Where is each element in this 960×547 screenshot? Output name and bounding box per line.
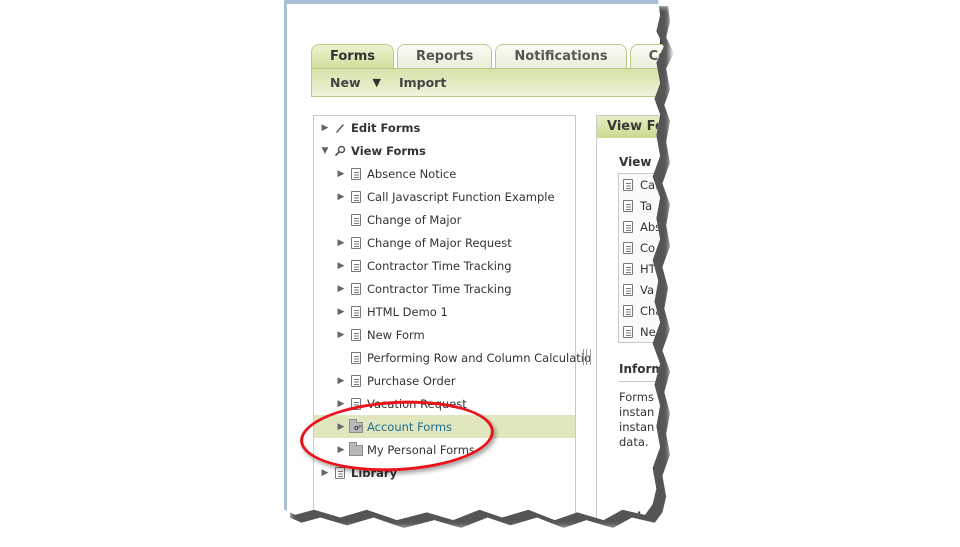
- tree-item-account-forms[interactable]: ▶ oⁿ Account Forms: [314, 415, 575, 438]
- tree-item-label: Contractor Time Tracking: [367, 281, 512, 296]
- tree-item-label: Purchase Order: [367, 373, 456, 388]
- view-forms-header: View Fo: [597, 116, 664, 138]
- tree-item-label: View Forms: [351, 143, 426, 158]
- information-text: Forms instan instan data.: [619, 390, 655, 449]
- document-icon: [349, 374, 363, 388]
- magnifier-icon: [333, 144, 347, 158]
- recent-form-label: HT: [640, 261, 656, 276]
- tree-item-form[interactable]: ▶ Purchase Order: [314, 369, 575, 392]
- document-icon: [349, 213, 363, 227]
- expand-arrow-icon[interactable]: ▶: [336, 238, 346, 248]
- new-dropdown-icon[interactable]: ▼: [373, 76, 381, 89]
- tree-item-label: Change of Major Request: [367, 235, 512, 250]
- tree-item-label: Call Javascript Function Example: [367, 189, 555, 204]
- tab-connect[interactable]: Connect: [629, 44, 664, 68]
- toolbar: New ▼ Import: [311, 68, 664, 97]
- tree-item-label: My Personal Forms: [367, 442, 475, 457]
- document-icon: [623, 199, 633, 212]
- window-content: Forms Reports Notifications Connect New …: [287, 4, 664, 520]
- splitter-handle[interactable]: [583, 349, 591, 365]
- document-icon: [349, 259, 363, 273]
- tree-item-form[interactable]: ▶ New Form: [314, 323, 575, 346]
- tab-reports[interactable]: Reports: [396, 44, 493, 68]
- recent-form-label: Ta: [640, 198, 653, 213]
- recent-form-label: Ne: [640, 324, 656, 339]
- tree-item-my-personal-forms[interactable]: ▶ My Personal Forms: [314, 438, 575, 461]
- tree-item-form[interactable]: ▶ Vacation Request: [314, 392, 575, 415]
- recent-form-label: Co: [640, 240, 656, 255]
- tree-node-view-forms[interactable]: ▼ View Forms: [314, 139, 575, 162]
- tree-item-form[interactable]: ▶ Contractor Time Tracking: [314, 277, 575, 300]
- tree-item-label: New Form: [367, 327, 425, 342]
- document-icon: [349, 305, 363, 319]
- tree-item-form[interactable]: ▶ Absence Notice: [314, 162, 575, 185]
- expand-arrow-icon[interactable]: ▶: [320, 123, 330, 133]
- document-icon: [623, 304, 633, 317]
- document-icon: [349, 351, 363, 365]
- library-icon: [333, 466, 347, 480]
- collapse-arrow-icon[interactable]: ▼: [320, 146, 330, 156]
- document-icon: [623, 325, 633, 338]
- expand-arrow-icon[interactable]: ▶: [336, 192, 346, 202]
- tab-forms[interactable]: Forms: [311, 44, 394, 69]
- document-icon: [349, 236, 363, 250]
- expand-arrow-icon[interactable]: ▶: [336, 261, 346, 271]
- document-icon: [623, 220, 633, 233]
- document-icon: [623, 241, 633, 254]
- tree-item-label: Account Forms: [367, 419, 453, 434]
- tree-item-form[interactable]: ▶ Contractor Time Tracking: [314, 254, 575, 277]
- document-icon: [349, 282, 363, 296]
- expand-arrow-icon[interactable]: ▶: [336, 376, 346, 386]
- new-button[interactable]: New: [330, 75, 361, 90]
- view-forms-subhead: View: [619, 155, 652, 169]
- expand-arrow-icon[interactable]: ▶: [336, 422, 346, 432]
- pencil-icon: [333, 121, 347, 135]
- tree-item-form[interactable]: ▶ Change of Major Request: [314, 231, 575, 254]
- tree-item-label: Vacation Request: [367, 396, 467, 411]
- document-icon: [623, 262, 633, 275]
- document-icon: [349, 190, 363, 204]
- information-divider: [619, 381, 664, 382]
- document-icon: [349, 328, 363, 342]
- tree-node-edit-forms[interactable]: ▶ Edit Forms: [314, 116, 575, 139]
- document-icon: [349, 167, 363, 181]
- document-icon: [349, 397, 363, 411]
- tree-item-label: Contractor Time Tracking: [367, 258, 512, 273]
- tree-item-label: Library: [351, 465, 398, 480]
- tree-item-label: Change of Major: [367, 212, 462, 227]
- import-button[interactable]: Import: [399, 75, 446, 90]
- tree-node-library[interactable]: ▶ Library: [314, 461, 575, 484]
- tree-item-form[interactable]: ▶ Call Javascript Function Example: [314, 185, 575, 208]
- expand-arrow-icon[interactable]: ▶: [336, 307, 346, 317]
- recent-form-label: Va: [640, 282, 655, 297]
- expand-arrow-icon[interactable]: ▶: [336, 284, 346, 294]
- document-icon: [623, 178, 633, 191]
- tab-notifications[interactable]: Notifications: [495, 44, 627, 68]
- document-icon: [623, 283, 633, 296]
- expand-arrow-icon[interactable]: ▶: [336, 330, 346, 340]
- key-folder-icon: oⁿ: [349, 419, 363, 434]
- tree-item-form[interactable]: Performing Row and Column Calculatio: [314, 346, 591, 369]
- tree-item-label: Edit Forms: [351, 120, 421, 135]
- tree-item-form[interactable]: ▶ HTML Demo 1: [314, 300, 575, 323]
- tree-item-form[interactable]: Change of Major: [314, 208, 575, 231]
- expand-arrow-icon[interactable]: ▶: [336, 169, 346, 179]
- expand-arrow-icon[interactable]: ▶: [336, 399, 346, 409]
- tree-item-label: Absence Notice: [367, 166, 457, 181]
- folder-icon: [349, 442, 363, 457]
- app-window: Forms Reports Notifications Connect New …: [284, 0, 664, 520]
- forms-tree: ▶ Edit Forms ▼ View Forms ▶ Absence Notice ▶ Ca…: [313, 115, 591, 520]
- expand-arrow-icon[interactable]: ▶: [336, 445, 346, 455]
- tree-item-label: Performing Row and Column Calculatio: [367, 350, 592, 365]
- tree-item-label: HTML Demo 1: [367, 304, 448, 319]
- expand-arrow-icon[interactable]: ▶: [320, 468, 330, 478]
